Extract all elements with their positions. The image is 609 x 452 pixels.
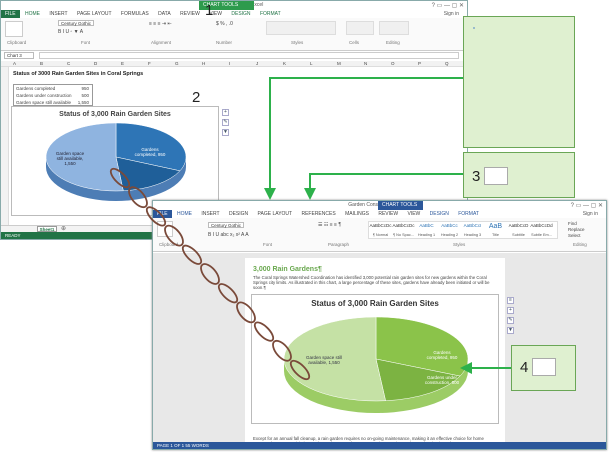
callout-arrows — [264, 77, 511, 374]
arrow-to-excel-insert — [264, 77, 463, 200]
arrow-to-word-insert — [304, 173, 463, 200]
